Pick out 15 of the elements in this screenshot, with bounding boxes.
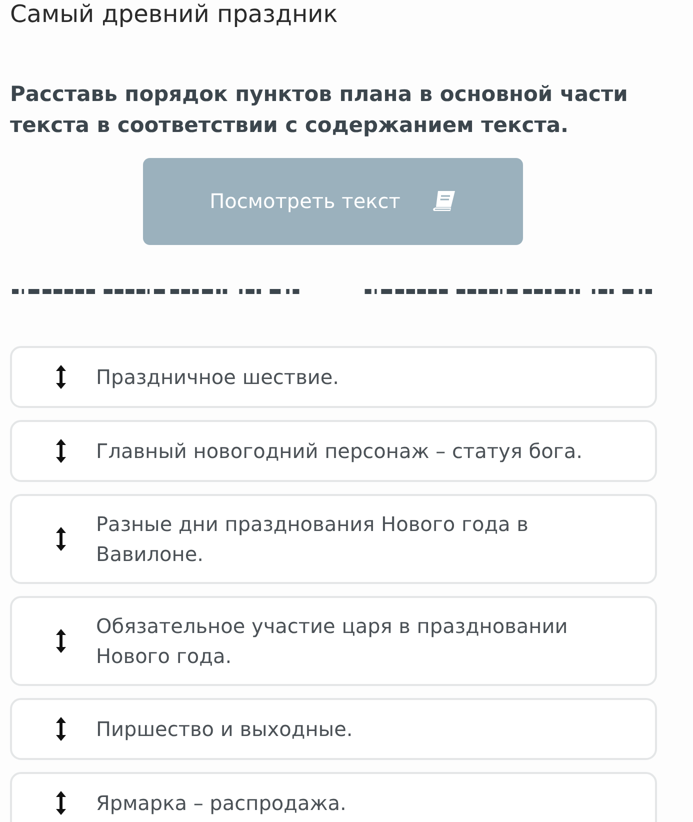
vertical-arrows-icon (56, 364, 66, 389)
vertical-arrows-icon (56, 628, 66, 653)
task-instruction: Расставь порядок пунктов плана в основной части текста в соответствии с содержанием текста. (10, 80, 629, 140)
plan-item[interactable]: Обязательное участие царя в праздновании Нового года. (10, 596, 657, 686)
vertical-arrows-icon (56, 716, 66, 741)
book-icon (432, 190, 456, 212)
plan-item[interactable]: Праздничное шествие. (10, 346, 657, 408)
vertical-arrows-icon (56, 526, 66, 551)
vertical-arrows-icon (56, 438, 66, 463)
plan-item[interactable]: Главный новогодний персонаж – статуя бога. (10, 420, 657, 482)
page-title: Самый древний праздник (10, 0, 339, 29)
plan-item[interactable]: Пиршество и выходные. (10, 698, 657, 760)
vertical-arrows-icon (56, 790, 66, 815)
plan-item[interactable]: Разные дни празднования Нового года в Вавилоне. (10, 494, 657, 584)
plan-item[interactable]: Ярмарка – распродажа. (10, 772, 657, 822)
